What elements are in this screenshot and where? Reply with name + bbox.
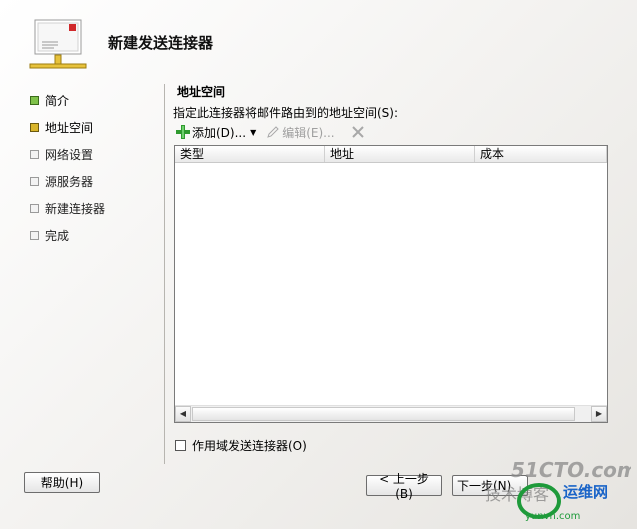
pencil-icon — [267, 126, 279, 138]
step-network-settings: 网络设置 — [30, 141, 105, 168]
column-header-cost[interactable]: 成本 — [475, 146, 607, 162]
divider — [164, 84, 165, 464]
step-pending-icon — [30, 231, 39, 240]
wizard-steps: 简介 地址空间 网络设置 源服务器 新建连接器 完成 — [30, 87, 105, 249]
section-title: 地址空间 — [177, 85, 226, 99]
list-header: 类型 地址 成本 — [175, 146, 607, 163]
svg-text:yunvn.com: yunvn.com — [525, 511, 580, 522]
horizontal-scrollbar[interactable]: ◀ ▶ — [175, 405, 607, 422]
step-label: 地址空间 — [45, 121, 94, 135]
toolbar: 添加(D)... ▼ 编辑(E)... — [176, 122, 365, 142]
step-intro: 简介 — [30, 87, 105, 114]
edit-button[interactable]: 编辑(E)... — [266, 124, 335, 141]
help-button[interactable]: 帮助(H) — [24, 472, 100, 493]
watermark-logo: 51CTO.com 技术博客 运维网 yunvn.com — [485, 458, 631, 522]
step-finish: 完成 — [30, 222, 105, 249]
back-button[interactable]: < 上一步(B) — [366, 472, 442, 501]
step-pending-icon — [30, 204, 39, 213]
add-label: 添加(D)... — [192, 125, 247, 140]
step-label: 简介 — [45, 94, 70, 108]
column-header-address[interactable]: 地址 — [325, 146, 475, 162]
checkbox-label: 作用域发送连接器(O) — [192, 439, 307, 453]
step-new-connector: 新建连接器 — [30, 195, 105, 222]
scrollbar-thumb[interactable] — [192, 407, 575, 421]
step-current-icon — [30, 123, 39, 132]
wizard-title: 新建发送连接器 — [108, 34, 214, 52]
address-space-list[interactable]: 类型 地址 成本 ◀ ▶ — [174, 145, 608, 423]
scoped-connector-option[interactable]: 作用域发送连接器(O) — [175, 437, 307, 454]
section-description: 指定此连接器将邮件路由到的地址空间(S): — [173, 106, 399, 120]
step-pending-icon — [30, 150, 39, 159]
step-label: 新建连接器 — [45, 202, 106, 216]
svg-text:运维网: 运维网 — [563, 483, 608, 501]
mail-connector-icon — [28, 18, 90, 74]
plus-icon — [176, 125, 190, 139]
scoped-connector-checkbox[interactable] — [175, 440, 186, 451]
delete-icon[interactable] — [351, 125, 365, 139]
step-complete-icon — [30, 96, 39, 105]
step-label: 源服务器 — [45, 175, 94, 189]
scroll-right-icon[interactable]: ▶ — [591, 406, 607, 422]
scroll-left-icon[interactable]: ◀ — [175, 406, 191, 422]
dropdown-arrow-icon[interactable]: ▼ — [250, 128, 256, 137]
step-address-space: 地址空间 — [30, 114, 105, 141]
edit-label: 编辑(E)... — [282, 125, 335, 140]
step-label: 网络设置 — [45, 148, 94, 162]
step-pending-icon — [30, 177, 39, 186]
column-header-type[interactable]: 类型 — [175, 146, 325, 162]
step-source-server: 源服务器 — [30, 168, 105, 195]
add-button[interactable]: 添加(D)... ▼ — [176, 124, 260, 141]
step-label: 完成 — [45, 229, 70, 243]
svg-text:51CTO.com: 51CTO.com — [511, 458, 631, 482]
